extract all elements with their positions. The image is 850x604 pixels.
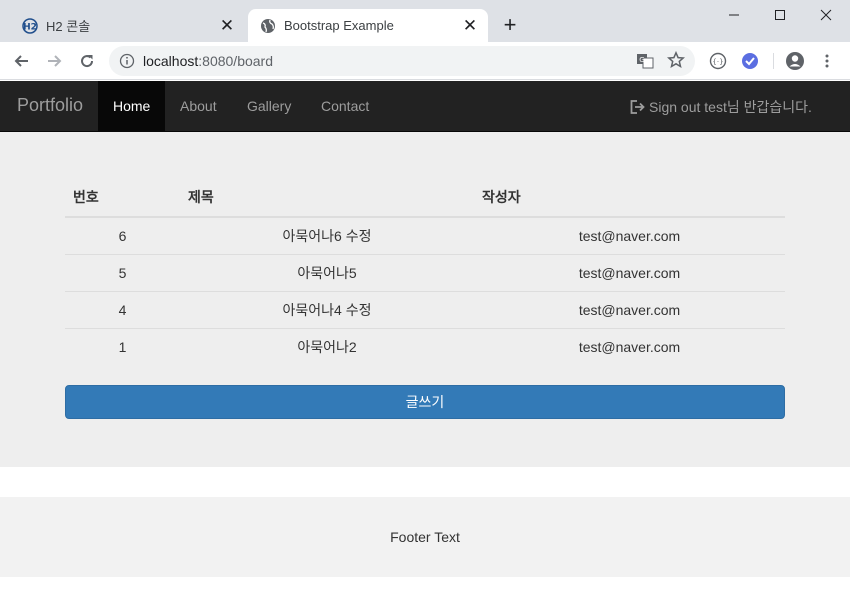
toolbar-divider [773,53,774,69]
nav-link-home[interactable]: Home [98,81,165,131]
svg-text:H2: H2 [23,22,37,32]
url-text: localhost:8080/board [143,53,273,69]
bookmark-star-icon[interactable] [666,50,686,74]
post-writer: test@naver.com [474,290,785,328]
table-row[interactable]: 4 아묵어나4 수정 test@naver.com [65,290,785,328]
h2-favicon-icon: H2 [22,17,38,34]
post-writer: test@naver.com [474,327,785,365]
close-window-icon[interactable] [803,0,849,30]
page-footer: Footer Text [0,497,850,577]
post-number: 1 [65,327,180,365]
globe-icon [260,18,276,34]
nav-link-gallery[interactable]: Gallery [232,81,306,131]
tab-title: H2 콘솔 [46,19,91,34]
maximize-window-icon[interactable] [757,0,803,30]
nav-link-contact[interactable]: Contact [306,81,384,131]
post-title-link[interactable]: 아묵어나2 [180,327,474,365]
nav-link-about[interactable]: About [165,81,232,131]
post-title-link[interactable]: 아묵어나6 수정 [180,217,474,254]
menu-kebab-icon[interactable] [814,48,840,74]
column-header-title: 제목 [180,177,474,218]
back-arrow-icon[interactable] [9,48,35,74]
close-tab-icon[interactable]: ✕ [460,16,480,36]
browser-titlebar: H2 H2 콘솔 ✕ Bootstrap Example ✕ + [0,0,850,42]
post-writer: test@naver.com [578,227,681,244]
post-number: 4 [65,290,180,328]
table-row[interactable]: 1 아묵어나2 test@naver.com [65,327,785,365]
board-table: 번호 제목 작성자 6 아묵어나6 수정 test@naver.com 5 아묵… [65,177,785,365]
column-header-writer: 작성자 [474,177,785,218]
write-post-button[interactable]: 글쓰기 [65,385,785,419]
sign-out-text: Sign out test님 반갑습니다. [649,99,812,115]
forward-arrow-icon[interactable] [41,48,67,74]
new-tab-button[interactable]: + [499,14,521,37]
url-path: :8080/board [198,53,273,69]
tab-bootstrap-example[interactable]: Bootstrap Example ✕ [248,9,488,42]
post-number: 6 [118,227,127,244]
site-navbar: Portfolio Home About Gallery Contact Sig… [0,81,850,132]
table-row[interactable]: 6 아묵어나6 수정 test@naver.com [65,217,785,254]
navbar-brand[interactable]: Portfolio [17,95,83,116]
post-writer: test@naver.com [474,253,785,291]
translate-icon[interactable]: G [636,52,654,75]
main-content: 번호 제목 작성자 6 아묵어나6 수정 test@naver.com 5 아묵… [0,132,850,467]
svg-text:{·}: {·} [712,58,723,66]
footer-text: Footer Text [390,529,460,545]
reload-icon[interactable] [74,48,100,74]
address-bar[interactable]: localhost:8080/board G [109,46,695,76]
minimize-window-icon[interactable] [711,0,757,30]
tab-h2-console[interactable]: H2 H2 콘솔 ✕ [10,9,245,42]
sign-out-link[interactable]: Sign out test님 반갑습니다. [630,97,812,117]
close-tab-icon[interactable]: ✕ [217,16,237,36]
tab-title: Bootstrap Example [284,18,394,33]
post-title-link[interactable]: 아묵어나5 [180,253,474,291]
column-header-number: 번호 [65,177,180,218]
svg-text:G: G [639,56,644,64]
profile-avatar-icon[interactable] [782,48,808,74]
info-icon[interactable] [119,53,135,74]
extension-icon[interactable]: {·} [705,48,731,74]
url-host: localhost [143,53,199,69]
browser-toolbar: localhost:8080/board G {·} [0,42,850,80]
post-number: 5 [65,253,180,291]
table-header-row: 번호 제목 작성자 [65,177,785,218]
post-title-link[interactable]: 아묵어나4 수정 [180,290,474,328]
sign-out-icon [630,100,646,114]
checkmark-extension-icon[interactable] [737,48,763,74]
table-row[interactable]: 5 아묵어나5 test@naver.com [65,253,785,291]
